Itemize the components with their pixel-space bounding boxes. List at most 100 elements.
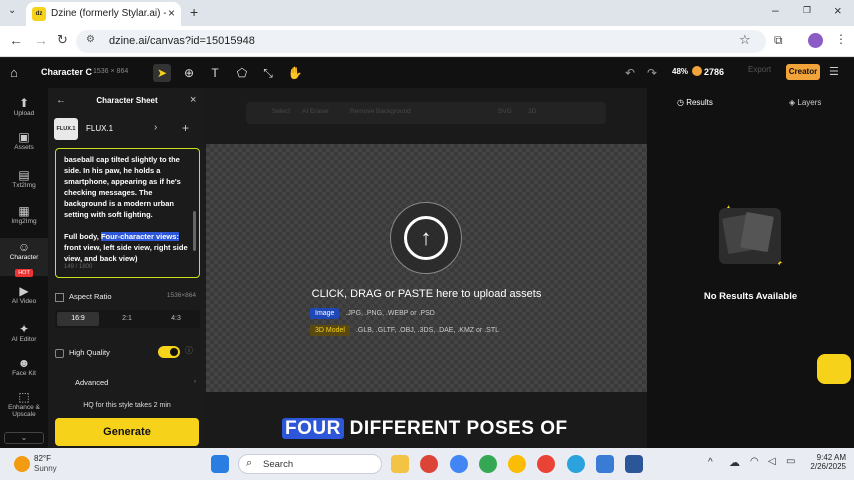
telegram-icon[interactable]: [567, 455, 585, 473]
search-icon: ⌕: [246, 457, 253, 469]
upload-tool-icon[interactable]: ⊕: [180, 64, 198, 82]
file-explorer-icon[interactable]: [391, 455, 409, 473]
generate-button[interactable]: Generate: [55, 418, 199, 446]
model-selector[interactable]: FLUX.1 FLUX.1 › +: [54, 118, 200, 140]
browser-menu-icon[interactable]: ⋮: [835, 32, 847, 46]
battery-icon[interactable]: ▭: [786, 456, 795, 467]
site-info-icon[interactable]: ⚙: [86, 34, 95, 45]
export-button[interactable]: Export: [748, 65, 771, 74]
ratio-2-1[interactable]: 2:1: [106, 312, 148, 326]
tab-close-icon[interactable]: ×: [168, 6, 175, 20]
extensions-icon[interactable]: ⧉: [774, 33, 783, 48]
assets-icon: ▣: [18, 130, 30, 144]
tab-list-icon[interactable]: ⌄: [8, 5, 16, 16]
prompt-char-count: 149 / 1800: [64, 264, 93, 270]
model-formats: 3D Model .GLB, .GLTF, .OBJ, .3DS, .DAE, .…: [310, 325, 499, 336]
wifi-icon[interactable]: ◠: [750, 456, 759, 467]
collapse-nav-icon[interactable]: ⌄: [4, 432, 44, 444]
browser-tab[interactable]: dz Dzine (formerly Stylar.ai) - The ×: [26, 2, 181, 26]
nav-assets[interactable]: ▣ Assets: [0, 130, 48, 151]
add-icon[interactable]: +: [182, 121, 189, 135]
chrome-profile-icon[interactable]: [450, 455, 468, 473]
undo-icon[interactable]: ↶: [621, 64, 639, 82]
credits-coin-icon: [692, 66, 702, 76]
chrome-profile-icon[interactable]: [508, 455, 526, 473]
enhance-icon: ⬚: [18, 390, 30, 404]
tab-results[interactable]: ◷ Results: [677, 98, 713, 107]
tab-layers[interactable]: ◈ Layers: [789, 98, 821, 107]
prompt-textarea[interactable]: baseball cap tilted slightly to the side…: [55, 148, 200, 278]
chevron-right-icon: ›: [154, 122, 158, 133]
chrome-profile-icon[interactable]: [479, 455, 497, 473]
resize-tool-icon[interactable]: ⤡: [259, 64, 277, 82]
project-name[interactable]: Character C: [41, 67, 92, 77]
window-close-icon[interactable]: ×: [834, 3, 842, 18]
browser-tab-bar: ⌄ dz Dzine (formerly Stylar.ai) - The × …: [0, 0, 854, 26]
new-tab-icon[interactable]: +: [190, 4, 198, 20]
editor-icon: ✦: [18, 322, 30, 336]
info-icon[interactable]: ⓘ: [185, 345, 193, 356]
upload-dropzone[interactable]: ↑ CLICK, DRAG or PASTE here to upload as…: [206, 144, 647, 392]
toolstrip-remove-bg[interactable]: Remove Background: [350, 108, 411, 115]
toolstrip-select[interactable]: Select: [272, 108, 290, 115]
forward-icon[interactable]: →: [34, 32, 48, 48]
panel-close-icon[interactable]: ×: [190, 94, 196, 106]
prompt-scrollbar[interactable]: [193, 211, 196, 251]
high-quality-toggle[interactable]: [158, 346, 180, 358]
ratio-16-9[interactable]: 16:9: [57, 312, 99, 326]
hand-tool-icon[interactable]: ✋: [286, 64, 304, 82]
toolstrip-3d[interactable]: 3D: [528, 108, 536, 115]
app-icon[interactable]: [596, 455, 614, 473]
chevron-up-icon[interactable]: ^: [708, 457, 713, 468]
back-icon[interactable]: ←: [9, 32, 23, 48]
prompt-line-2: Full body, Four-character views: front v…: [64, 232, 188, 263]
toolstrip-svg[interactable]: SVG: [498, 108, 512, 115]
bookmark-star-icon[interactable]: ☆: [739, 32, 751, 48]
app-menu-icon[interactable]: ☰: [829, 65, 839, 78]
zoom-level[interactable]: 48%: [672, 67, 688, 76]
windows-taskbar: 82°F Sunny ⌕ Search ^ ☁ ◠ ◁ ▭ 9:42 AM 2/…: [0, 448, 854, 480]
system-clock[interactable]: 9:42 AM 2/26/2025: [806, 453, 846, 471]
select-tool-icon[interactable]: ➤: [153, 64, 171, 82]
nav-upload[interactable]: ⬆ Upload: [0, 96, 48, 117]
home-icon[interactable]: ⌂: [10, 65, 18, 80]
profile-avatar[interactable]: [808, 33, 823, 48]
reload-icon[interactable]: ↻: [57, 32, 68, 48]
nav-txt2img[interactable]: ▤ Txt2Img: [0, 168, 48, 189]
windows-start-icon[interactable]: [211, 455, 229, 473]
redo-icon[interactable]: ↷: [643, 64, 661, 82]
panel-title: Character Sheet: [96, 96, 158, 105]
chrome-icon[interactable]: [420, 455, 438, 473]
upload-button[interactable]: ↑: [390, 202, 462, 274]
nav-ai-editor[interactable]: ✦ AI Editor: [0, 322, 48, 343]
canvas-area: Select AI Eraser Remove Background SVG 3…: [206, 88, 647, 448]
nav-character[interactable]: ☺ Character HOT: [0, 238, 48, 277]
taskbar-search[interactable]: ⌕ Search: [238, 454, 382, 474]
address-bar: ← → ↻ ⚙ dzine.ai/canvas?id=15015948 ☆ ⧉ …: [0, 26, 854, 57]
left-nav: ⬆ Upload ▣ Assets ▤ Txt2Img ▦ Img2Img ☺ Chara…: [0, 88, 48, 448]
url-field[interactable]: ⚙ dzine.ai/canvas?id=15015948: [76, 30, 766, 53]
nav-face-kit[interactable]: ☻ Face Kit: [0, 356, 48, 377]
restore-icon[interactable]: ❐: [803, 5, 811, 16]
cloud-icon[interactable]: ☁: [729, 456, 740, 469]
canvas-toolstrip: Select AI Eraser Remove Background SVG 3…: [246, 102, 606, 124]
chrome-profile-icon[interactable]: [537, 455, 555, 473]
nav-enhance[interactable]: ⬚ Enhance & Upscale: [0, 390, 48, 418]
creator-button[interactable]: Creator: [786, 64, 820, 80]
quality-icon: [55, 348, 64, 358]
minimize-icon[interactable]: –: [772, 3, 779, 17]
shape-tool-icon[interactable]: ⬠: [233, 64, 251, 82]
ratio-4-3[interactable]: 4:3: [155, 312, 197, 326]
model-badge: 3D Model: [310, 325, 350, 336]
nav-img2img[interactable]: ▦ Img2Img: [0, 204, 48, 225]
chat-support-button[interactable]: [817, 354, 851, 384]
nav-ai-video[interactable]: ▶ AI Video: [0, 284, 48, 305]
advanced-row[interactable]: Advanced ›: [55, 378, 200, 394]
empty-results-illustration: [719, 208, 781, 264]
aspect-icon: [55, 292, 64, 302]
toolstrip-ai-eraser[interactable]: AI Eraser: [302, 108, 329, 115]
caption-highlight: FOUR: [282, 418, 344, 439]
text-tool-icon[interactable]: T: [206, 64, 224, 82]
volume-icon[interactable]: ◁: [768, 456, 776, 467]
word-icon[interactable]: [625, 455, 643, 473]
